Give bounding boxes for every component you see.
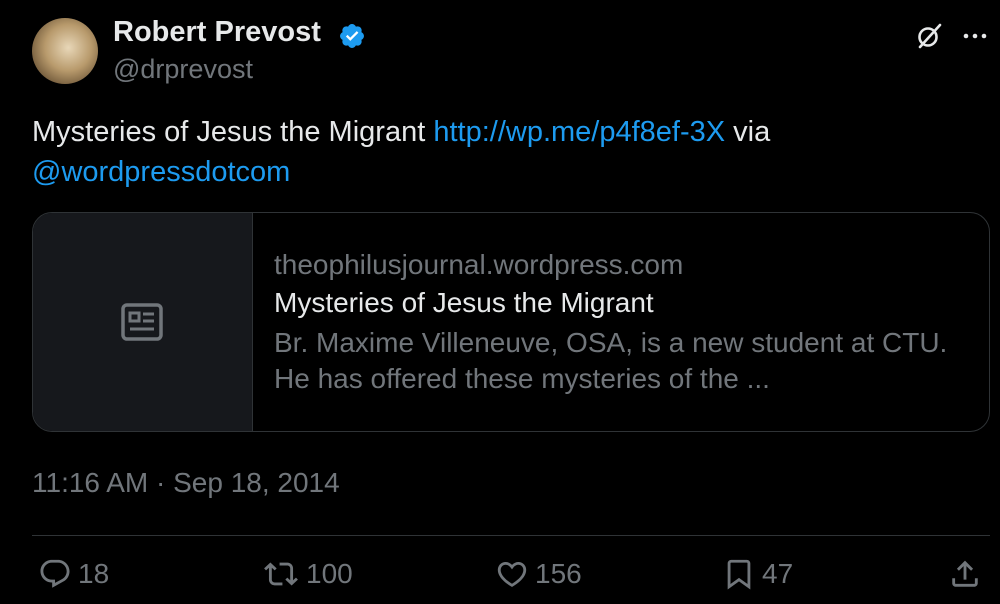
reply-icon (40, 559, 70, 588)
share-icon (952, 560, 978, 587)
bookmark-button[interactable]: 47 (722, 556, 793, 592)
heart-icon (497, 561, 527, 587)
reply-button[interactable]: 18 (38, 556, 109, 592)
card-thumbnail[interactable] (33, 213, 253, 431)
card-domain: theophilusjournal.wordpress.com (274, 249, 684, 280)
card-title: Mysteries of Jesus the Migrant (274, 287, 654, 318)
like-button[interactable]: 156 (495, 556, 582, 592)
avatar[interactable] (32, 18, 98, 84)
tweet-mention[interactable]: @wordpressdotcom (32, 156, 290, 188)
divider (32, 535, 990, 536)
author-name[interactable]: Robert Prevost (113, 16, 321, 49)
verified-badge-icon (340, 24, 364, 48)
grok-icon[interactable] (914, 21, 944, 51)
repost-icon (264, 562, 298, 586)
tweet-text-middle: via (725, 116, 771, 148)
repost-button[interactable]: 100 (262, 556, 353, 592)
link-card[interactable]: theophilusjournal.wordpress.com Mysterie… (32, 212, 990, 432)
reply-count: 18 (78, 558, 110, 589)
bookmark-icon (727, 559, 751, 590)
author-handle[interactable]: @drprevost (113, 54, 253, 85)
article-icon (121, 303, 163, 341)
share-button[interactable] (948, 556, 988, 592)
bookmark-count: 47 (762, 558, 794, 589)
like-count: 156 (535, 558, 582, 589)
tweet-text-before: Mysteries of Jesus the Migrant (32, 116, 434, 148)
tweet-timestamp[interactable]: 11:16 AM · Sep 18, 2014 (32, 467, 340, 499)
more-icon[interactable] (960, 24, 990, 48)
card-description: Br. Maxime Villeneuve, OSA, is a new stu… (274, 327, 948, 394)
tweet-text: Mysteries of Jesus the Migrant http://wp… (32, 112, 972, 192)
tweet-link[interactable]: http://wp.me/p4f8ef-3X (433, 116, 725, 148)
repost-count: 100 (306, 558, 353, 589)
